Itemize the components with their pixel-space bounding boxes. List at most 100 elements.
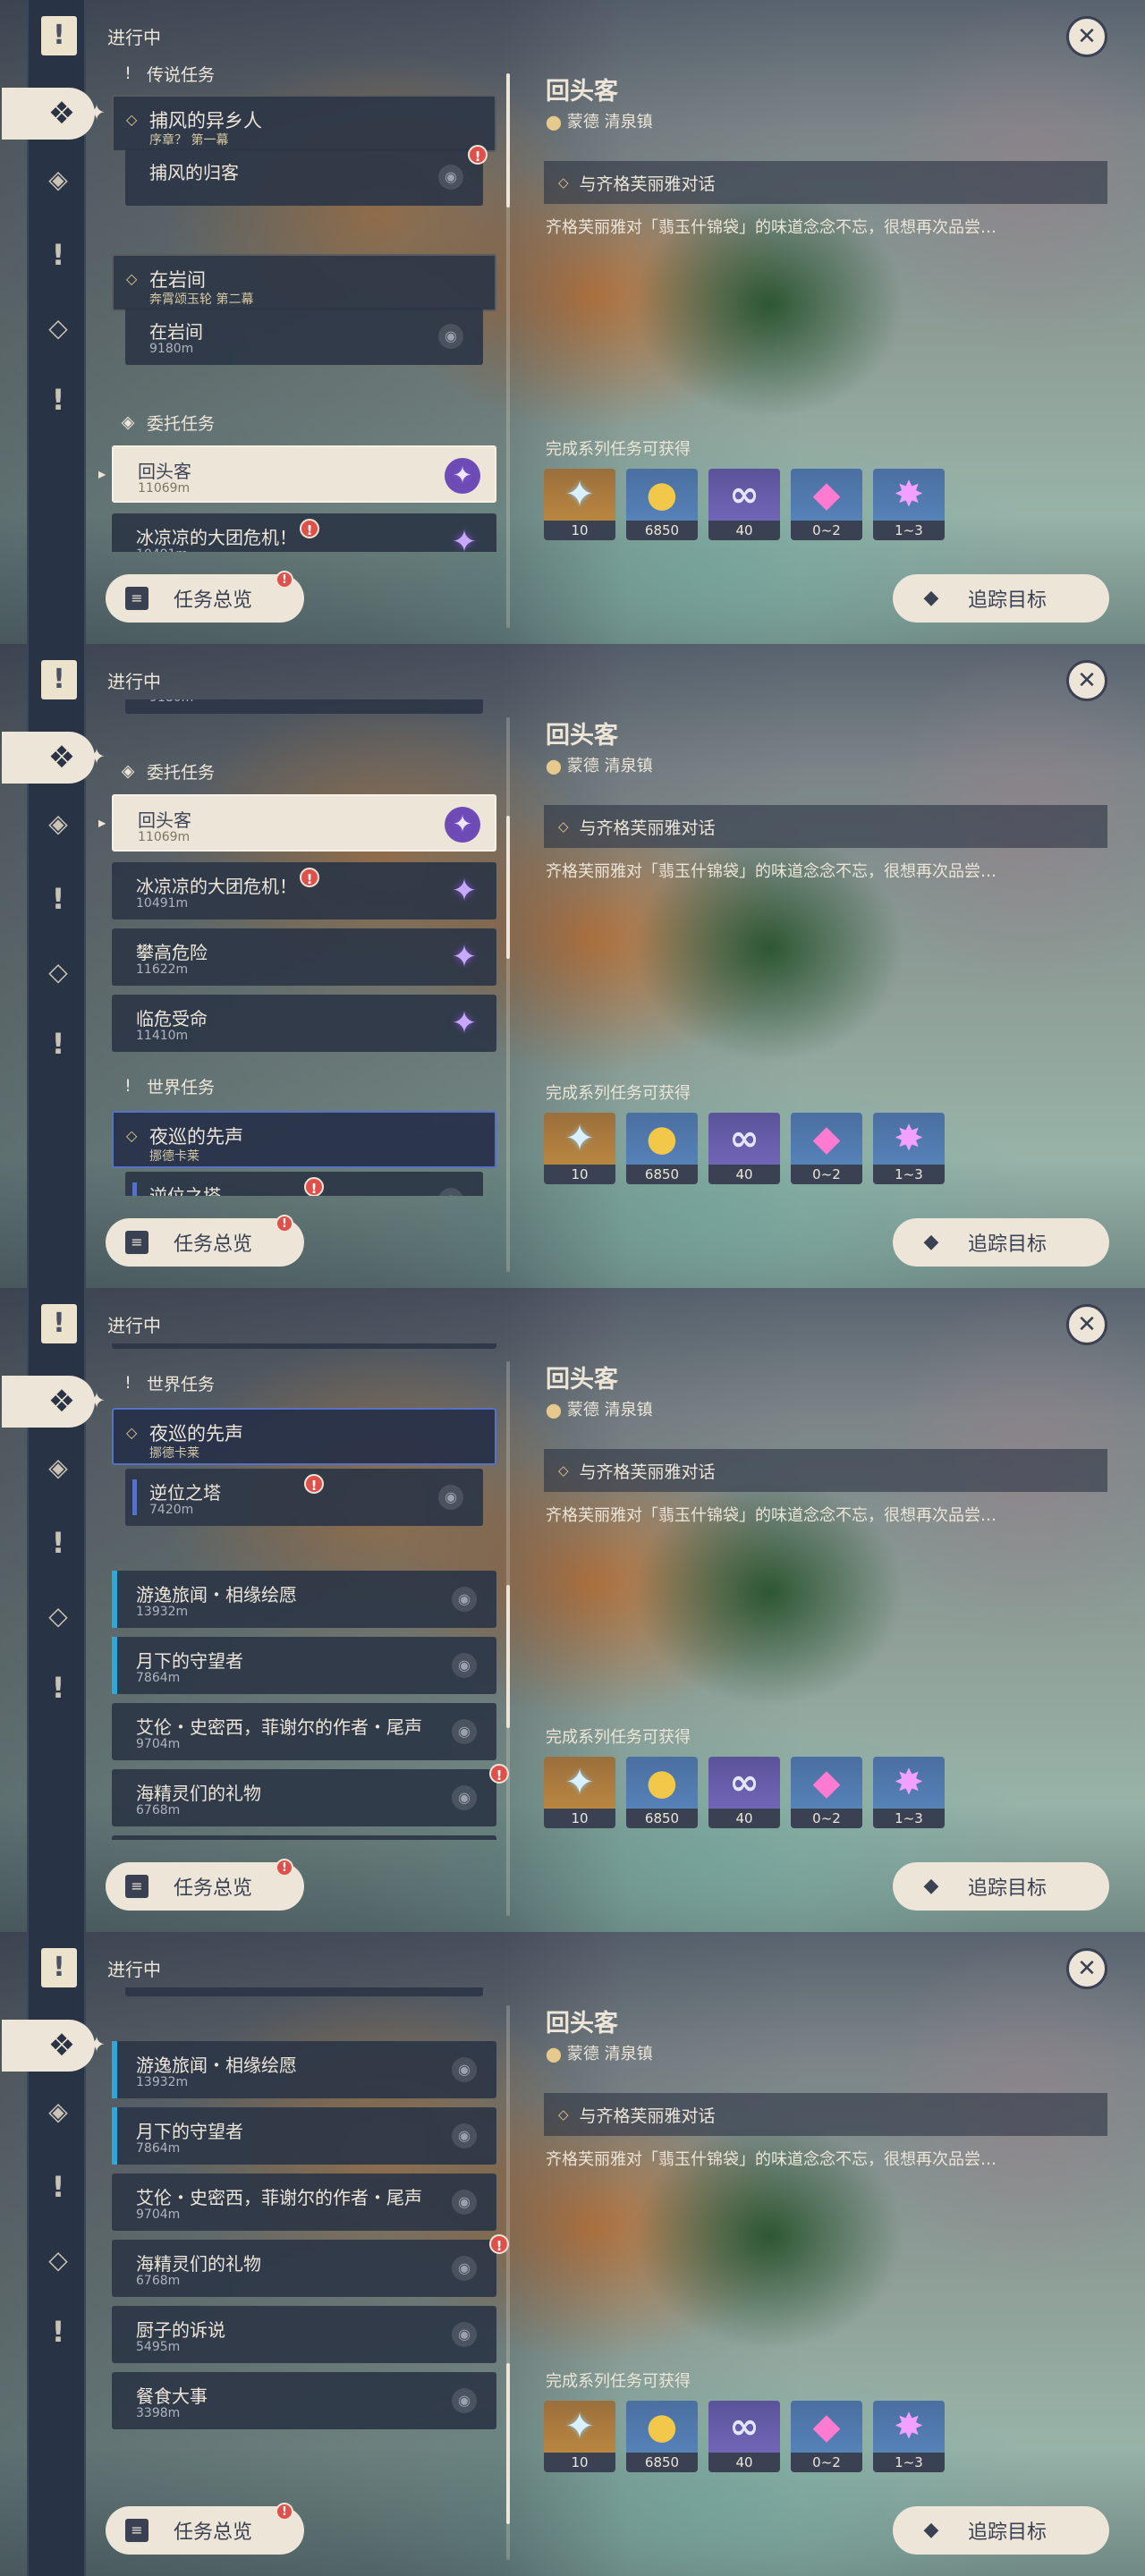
quest-item-w4[interactable]: 艾伦・史密西，菲谢尔的作者・尾声 9704m ◉ [112,1703,496,1760]
quest-list[interactable]: !传说任务◇捕风的异乡人序章？ 第一幕捕风的归客◉!◇在岩间奔霄颂玉轮 第二幕在… [98,1343,519,1840]
quest-item-world1_step[interactable]: 逆位之塔7420m◉! [125,1987,483,1996]
location-pin-icon[interactable]: ◉ [452,2190,477,2215]
quest-overview-button[interactable]: ≡ 任务总览 ! [106,1215,304,1267]
quest-item-c1[interactable]: 回头客 11069m ✦ [112,794,496,852]
quest-item-c1[interactable]: 回头客 11069m ✦ [112,445,496,503]
quest-item-w3[interactable]: 月下的守望者 7864m ◉ [112,2107,496,2165]
reward-companionship-exp[interactable]: ∞ 40 [708,1113,780,1184]
reward-crystal-chunk[interactable]: ✸ 1~3 [873,1757,945,1828]
reward-crystal[interactable]: ◆ 0~2 [791,1113,862,1184]
location-pin-icon[interactable]: ◉ [452,2388,477,2413]
quest-item-legend2_step[interactable]: 在岩间9180m◉ [125,308,483,365]
quest-item-w2[interactable]: 游逸旅闻・相缘绘愿 13932m ◉ [112,2041,496,2098]
reward-mora[interactable]: ● 6850 [626,2401,698,2472]
location-pin-icon[interactable]: ◉ [452,1653,477,1678]
archon-quest-icon[interactable]: ◈ [41,163,75,197]
location-pin-icon[interactable]: ◉ [452,1719,477,1744]
location-pin-icon[interactable]: ◉ [438,1188,463,1196]
commission-quest-icon[interactable]: ◇ [41,955,75,989]
quest-item-legend1_step[interactable]: 捕风的归客 ◉! [125,145,488,206]
quest-item-c4[interactable]: 临危受命11410m✦ [112,1343,496,1349]
close-button[interactable]: ✕ [1066,660,1107,701]
reward-adventure-exp[interactable]: ✦ 10 [544,1757,615,1828]
location-pin-icon[interactable]: ◉ [438,165,463,190]
track-target-button[interactable]: ◆ 追踪目标 [893,2506,1109,2555]
commission-quest-icon[interactable]: ◇ [41,1599,75,1633]
track-target-button[interactable]: ◆ 追踪目标 [893,1218,1109,1267]
reward-crystal-chunk[interactable]: ✸ 1~3 [873,469,945,540]
location-pin-icon[interactable]: ◉ [438,1485,463,1510]
quest-item-w4[interactable]: 艾伦・史密西，菲谢尔的作者・尾声 9704m ◉ [112,2174,496,2231]
scrollbar-thumb[interactable] [506,1585,510,1728]
quest-overview-button[interactable]: ≡ 任务总览 ! [106,571,304,623]
quest-list-scrollbar[interactable] [506,1361,510,1916]
quest-book-icon[interactable]: ! [41,1304,77,1343]
track-target-button[interactable]: ◆ 追踪目标 [893,574,1109,623]
reward-crystal-chunk[interactable]: ✸ 1~3 [873,1113,945,1184]
reward-mora[interactable]: ● 6850 [626,1757,698,1828]
legend-quest-icon[interactable]: ! [41,1526,75,1560]
reward-crystal[interactable]: ◆ 0~2 [791,469,862,540]
quest-all-icon[interactable]: ❖ [2,88,95,140]
quest-item-w5[interactable]: 海精灵们的礼物 6768m ◉! [112,1764,509,1826]
world-quest-icon[interactable]: ! [41,383,75,417]
reward-crystal[interactable]: ◆ 0~2 [791,1757,862,1828]
quest-list-scrollbar[interactable] [506,717,510,1272]
reward-adventure-exp[interactable]: ✦ 10 [544,1113,615,1184]
reward-adventure-exp[interactable]: ✦ 10 [544,2401,615,2472]
quest-item-c3[interactable]: 攀高危险 11622m ✦ [112,928,496,986]
world-quest-icon[interactable]: ! [41,1671,75,1705]
commission-quest-icon[interactable]: ◇ [41,2243,75,2277]
location-pin-icon[interactable]: ◉ [452,2057,477,2082]
reward-adventure-exp[interactable]: ✦ 10 [544,469,615,540]
quest-list-scrollbar[interactable] [506,73,510,628]
quest-item-c2[interactable]: 冰凉凉的大团危机！10491m ✦! [112,862,496,919]
quest-item-world1_step[interactable]: 逆位之塔7420m◉! [125,1172,483,1196]
quest-book-icon[interactable]: ! [41,660,77,699]
quest-item-w3[interactable]: 月下的守望者 7864m ◉ [112,1637,496,1694]
quest-item-c4[interactable]: 临危受命11410m✦ [112,995,496,1052]
quest-overview-button[interactable]: ≡ 任务总览 ! [106,2503,304,2555]
quest-all-icon[interactable]: ❖ [2,2020,95,2072]
quest-book-icon[interactable]: ! [41,1948,77,1987]
scrollbar-thumb[interactable] [506,2363,510,2524]
legend-quest-icon[interactable]: ! [41,238,75,272]
location-pin-icon[interactable]: ◉ [452,1785,477,1810]
quest-item-legend2_step[interactable]: 在岩间9180m◉ [125,699,483,714]
reward-companionship-exp[interactable]: ∞ 40 [708,2401,780,2472]
quest-item-w2[interactable]: 游逸旅闻・相缘绘愿 13932m ◉ [112,1571,496,1628]
location-pin-icon[interactable]: ◉ [452,2123,477,2148]
track-target-button[interactable]: ◆ 追踪目标 [893,1862,1109,1911]
quest-list[interactable]: !传说任务◇捕风的异乡人序章？ 第一幕捕风的归客◉!◇在岩间奔霄颂玉轮 第二幕在… [98,1987,519,2484]
scrollbar-thumb[interactable] [506,816,510,959]
legend-quest-icon[interactable]: ! [41,2170,75,2204]
quest-overview-button[interactable]: ≡ 任务总览 ! [106,1859,304,1911]
quest-book-icon[interactable]: ! [41,16,77,55]
scrollbar-thumb[interactable] [506,73,510,208]
quest-all-icon[interactable]: ❖ [2,1376,95,1428]
commission-quest-icon[interactable]: ◇ [41,311,75,345]
reward-mora[interactable]: ● 6850 [626,469,698,540]
quest-list[interactable]: !传说任务◇捕风的异乡人序章？ 第一幕捕风的归客◉!◇在岩间奔霄颂玉轮 第二幕在… [98,55,519,552]
archon-quest-icon[interactable]: ◈ [41,1451,75,1485]
reward-crystal-chunk[interactable]: ✸ 1~3 [873,2401,945,2472]
location-pin-icon[interactable]: ◉ [452,2322,477,2347]
quest-item-world1_step[interactable]: 逆位之塔7420m◉! [125,1469,483,1526]
legend-quest-icon[interactable]: ! [41,882,75,916]
location-pin-icon[interactable]: ◉ [438,324,463,349]
quest-item-w5[interactable]: 海精灵们的礼物 6768m ◉! [112,2234,509,2297]
quest-item-w6[interactable]: 厨子的诉说5495m◉ [112,1835,496,1840]
quest-all-icon[interactable]: ❖ [2,732,95,784]
location-pin-icon[interactable]: ◉ [452,2256,477,2281]
close-button[interactable]: ✕ [1066,1948,1107,1989]
quest-item-w7[interactable]: 餐食大事 3398m ◉ [112,2372,496,2429]
close-button[interactable]: ✕ [1066,1304,1107,1345]
quest-list-scrollbar[interactable] [506,2005,510,2560]
quest-item-legend1[interactable]: ◇ 捕风的异乡人 序章？ 第一幕 [112,95,496,152]
quest-list[interactable]: !传说任务◇捕风的异乡人序章？ 第一幕捕风的归客◉!◇在岩间奔霄颂玉轮 第二幕在… [98,699,519,1196]
archon-quest-icon[interactable]: ◈ [41,807,75,841]
world-quest-icon[interactable]: ! [41,1027,75,1061]
archon-quest-icon[interactable]: ◈ [41,2095,75,2129]
quest-item-world1[interactable]: ◇ 夜巡的先声 挪德卡莱 [112,1111,496,1168]
reward-crystal[interactable]: ◆ 0~2 [791,2401,862,2472]
